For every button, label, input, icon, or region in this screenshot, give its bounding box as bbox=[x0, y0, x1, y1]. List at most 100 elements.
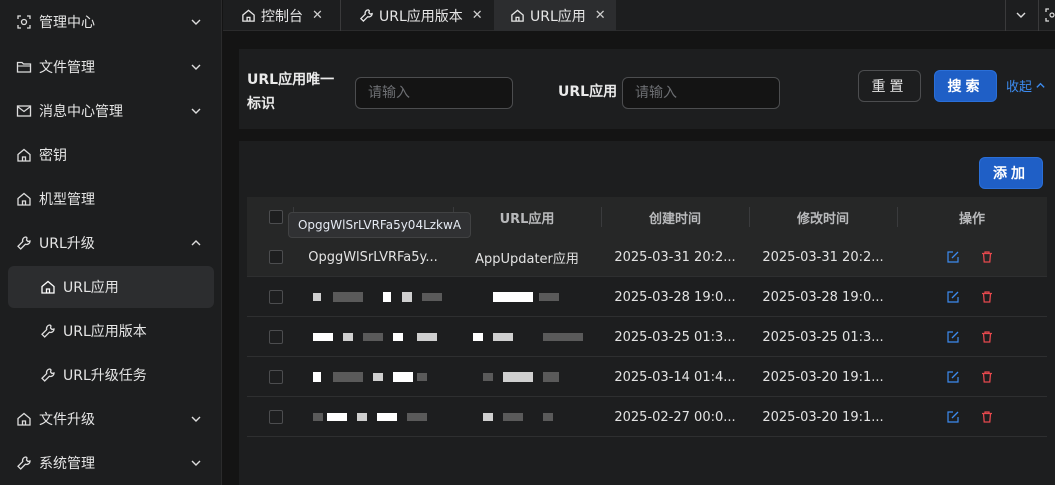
row-checkbox[interactable] bbox=[269, 290, 283, 304]
sidebar-item-label: URL升级 bbox=[39, 236, 95, 252]
sidebar-item-management-center[interactable]: 管理中心 bbox=[0, 0, 222, 44]
chevron-up-icon bbox=[191, 240, 201, 246]
sidebar-item-url-upgrade[interactable]: URL升级 bbox=[0, 221, 222, 265]
delete-icon[interactable] bbox=[980, 370, 994, 384]
table-row[interactable]: 2025-03-14 01:4... 2025-03-20 19:1... bbox=[247, 357, 1047, 397]
table-row[interactable]: 2025-03-25 01:3... 2025-03-25 01:3... bbox=[247, 317, 1047, 357]
row-checkbox[interactable] bbox=[269, 370, 283, 384]
add-button[interactable]: 添加 bbox=[979, 157, 1043, 189]
tab-label: URL应用版本 bbox=[379, 8, 463, 25]
folder-icon bbox=[16, 59, 32, 75]
sidebar-item-file-management[interactable]: 文件管理 bbox=[0, 45, 222, 89]
column-header-modified: 修改时间 bbox=[796, 211, 849, 227]
sidebar-item-label: URL应用版本 bbox=[63, 324, 147, 340]
delete-icon[interactable] bbox=[980, 250, 994, 264]
cell-created: 2025-03-31 20:2... bbox=[614, 249, 736, 265]
tab-divider bbox=[1005, 0, 1006, 31]
sidebar-item-label: 文件升级 bbox=[39, 412, 95, 428]
row-checkbox[interactable] bbox=[269, 250, 283, 264]
collapse-link[interactable]: 收起 bbox=[1006, 76, 1046, 95]
table-row[interactable]: 2025-02-27 00:0... 2025-03-20 19:1... bbox=[247, 397, 1047, 437]
chevron-up-icon bbox=[1036, 82, 1045, 88]
reset-button[interactable]: 重置 bbox=[858, 70, 921, 102]
sidebar-item-file-upgrade[interactable]: 文件升级 bbox=[0, 397, 222, 441]
wrench-icon bbox=[359, 8, 374, 23]
home-icon bbox=[16, 191, 32, 207]
chevron-down-icon bbox=[191, 108, 201, 114]
cell-created: 2025-03-25 01:3... bbox=[614, 329, 736, 345]
close-icon[interactable]: ✕ bbox=[595, 8, 606, 23]
search-button[interactable]: 搜索 bbox=[934, 70, 997, 102]
sidebar-subitem-url-app-version[interactable]: URL应用版本 bbox=[0, 309, 222, 353]
close-icon[interactable]: ✕ bbox=[312, 8, 323, 23]
delete-icon[interactable] bbox=[980, 330, 994, 344]
tab-dashboard[interactable]: 控制台 ✕ bbox=[241, 0, 323, 31]
delete-icon[interactable] bbox=[980, 290, 994, 304]
column-header-created: 创建时间 bbox=[648, 211, 701, 227]
sidebar-item-label: 密钥 bbox=[39, 148, 67, 164]
wrench-icon bbox=[16, 235, 32, 251]
url-app-input[interactable] bbox=[622, 77, 780, 109]
cell-modified: 2025-03-25 01:3... bbox=[762, 329, 884, 345]
row-checkbox[interactable] bbox=[269, 410, 283, 424]
cell-modified: 2025-03-20 19:1... bbox=[762, 409, 884, 425]
table-panel: 添加 URL应用 创建时间 修改时间 操作 OpggWlSrLVRFa5y...… bbox=[239, 141, 1055, 485]
sidebar-subitem-url-app[interactable]: URL应用 bbox=[8, 266, 214, 308]
home-icon bbox=[40, 279, 56, 295]
cell-created: 2025-03-14 01:4... bbox=[614, 369, 736, 385]
chevron-down-icon bbox=[191, 416, 201, 422]
tab-url-app[interactable]: URL应用 ✕ bbox=[494, 0, 616, 31]
sidebar-item-message-center[interactable]: 消息中心管理 bbox=[0, 89, 222, 133]
home-icon bbox=[241, 8, 256, 23]
cell-modified: 2025-03-28 19:0... bbox=[762, 289, 884, 305]
tab-divider bbox=[1038, 0, 1039, 31]
tab-divider bbox=[340, 0, 341, 31]
fullscreen-icon[interactable] bbox=[1045, 8, 1055, 22]
cell-modified: 2025-03-20 19:1... bbox=[762, 369, 884, 385]
cell-app-id: OpggWlSrLVRFa5y... bbox=[308, 249, 438, 265]
column-header-url-app: URL应用 bbox=[499, 211, 555, 227]
edit-icon[interactable] bbox=[946, 290, 960, 304]
sidebar-item-system-management[interactable]: 系统管理 bbox=[0, 441, 222, 485]
delete-icon[interactable] bbox=[980, 410, 994, 424]
close-icon[interactable]: ✕ bbox=[472, 8, 483, 23]
sidebar-item-keys[interactable]: 密钥 bbox=[0, 133, 222, 177]
edit-icon[interactable] bbox=[946, 410, 960, 424]
home-icon bbox=[16, 411, 32, 427]
tab-url-app-version[interactable]: URL应用版本 ✕ bbox=[359, 0, 483, 31]
table-row[interactable]: OpggWlSrLVRFa5y... AppUpdater应用 2025-03-… bbox=[247, 237, 1047, 277]
chevron-down-icon bbox=[191, 19, 201, 25]
sidebar-subitem-url-upgrade-task[interactable]: URL升级任务 bbox=[0, 353, 222, 397]
select-all-checkbox[interactable] bbox=[269, 210, 283, 224]
app-id-input[interactable] bbox=[355, 77, 513, 109]
edit-icon[interactable] bbox=[946, 370, 960, 384]
tab-label: URL应用 bbox=[530, 8, 586, 25]
sidebar-item-label: 系统管理 bbox=[39, 456, 95, 472]
collapse-label: 收起 bbox=[1006, 80, 1033, 95]
row-checkbox[interactable] bbox=[269, 330, 283, 344]
table-row[interactable]: 2025-03-28 19:0... 2025-03-28 19:0... bbox=[247, 277, 1047, 317]
radar-icon bbox=[16, 14, 32, 30]
sidebar: 管理中心 文件管理 消息中心管理 密钥 机型管理 URL升级 URL应用 URL… bbox=[0, 0, 222, 485]
mail-icon bbox=[16, 103, 32, 119]
edit-icon[interactable] bbox=[946, 330, 960, 344]
cell-modified: 2025-03-31 20:2... bbox=[762, 249, 884, 265]
sidebar-item-label: 管理中心 bbox=[39, 15, 95, 31]
home-icon bbox=[510, 8, 525, 23]
sidebar-item-label: URL升级任务 bbox=[63, 368, 147, 384]
search-panel: URL应用唯一标识 URL应用 重置 搜索 收起 bbox=[239, 49, 1055, 129]
edit-icon[interactable] bbox=[946, 250, 960, 264]
column-header-actions: 操作 bbox=[958, 211, 985, 227]
sidebar-item-label: 消息中心管理 bbox=[39, 104, 123, 120]
main-content: URL应用唯一标识 URL应用 重置 搜索 收起 添加 URL应用 创建时间 修… bbox=[223, 31, 1055, 485]
chevron-down-icon bbox=[191, 64, 201, 70]
app-id-label: URL应用唯一标识 bbox=[247, 72, 335, 112]
chevron-down-icon[interactable] bbox=[1015, 9, 1027, 21]
cell-url-app: AppUpdater应用 bbox=[475, 251, 579, 267]
chevron-down-icon bbox=[191, 460, 201, 466]
sidebar-item-label: URL应用 bbox=[63, 280, 119, 296]
wrench-icon bbox=[40, 323, 56, 339]
sidebar-item-model-management[interactable]: 机型管理 bbox=[0, 177, 222, 221]
cell-created: 2025-03-28 19:0... bbox=[614, 289, 736, 305]
url-app-label: URL应用 bbox=[558, 84, 618, 100]
